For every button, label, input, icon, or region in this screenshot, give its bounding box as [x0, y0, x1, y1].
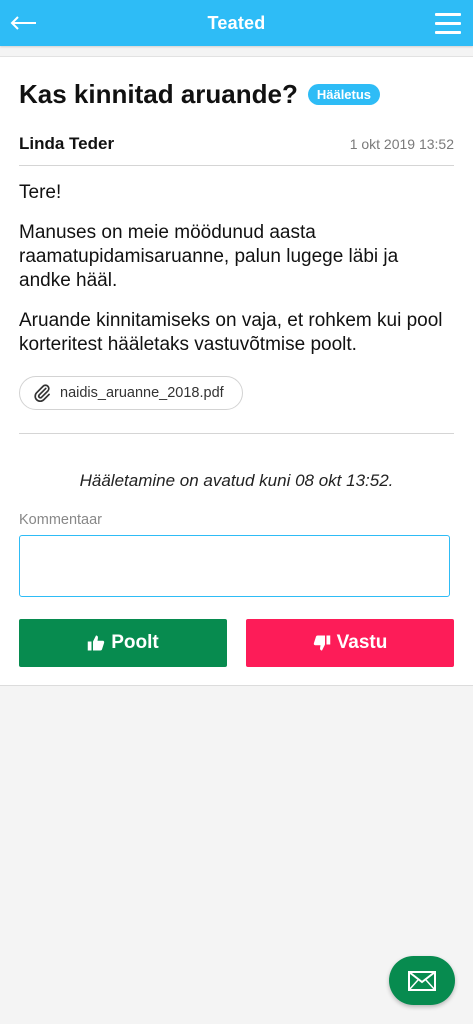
post-heading-row: Kas kinnitad aruande? Hääletus	[19, 79, 454, 110]
envelope-icon	[408, 970, 436, 991]
attachment-filename: naidis_aruanne_2018.pdf	[60, 385, 224, 401]
post-paragraph: Tere!	[19, 182, 62, 203]
paperclip-icon	[34, 384, 50, 403]
divider	[19, 433, 454, 434]
new-message-fab[interactable]	[389, 956, 455, 1005]
vote-yes-button[interactable]: Poolt	[19, 619, 227, 667]
post-meta: Linda Teder 1 okt 2019 13:52	[19, 134, 454, 154]
post-title: Kas kinnitad aruande?	[19, 79, 298, 109]
top-app-bar: Teated	[0, 0, 473, 46]
hamburger-menu-icon	[435, 13, 461, 16]
vote-no-button[interactable]: Vastu	[246, 619, 454, 667]
post-author: Linda Teder	[19, 134, 115, 153]
attachment-chip[interactable]: naidis_aruanne_2018.pdf	[19, 376, 243, 410]
comment-input[interactable]	[19, 535, 450, 597]
page-title: Teated	[207, 12, 266, 33]
arrow-left-icon	[10, 16, 36, 30]
post-paragraph: Manuses on meie möödunud aasta raamatupi…	[19, 222, 399, 291]
post-card: Kas kinnitad aruande? Hääletus Linda Ted…	[0, 56, 473, 686]
comment-label: Kommentaar	[19, 512, 103, 528]
divider	[19, 165, 454, 166]
post-date: 1 okt 2019 13:52	[349, 136, 454, 152]
post-body: Tere! Manuses on meie möödunud aasta raa…	[19, 181, 454, 373]
post-type-badge: Hääletus	[307, 84, 381, 105]
back-button[interactable]	[9, 9, 39, 37]
post-paragraph: Aruande kinnitamiseks on vaja, et rohkem…	[19, 310, 443, 355]
menu-button[interactable]	[435, 11, 461, 35]
vote-no-label: Vastu	[336, 632, 388, 653]
thumbs-up-icon	[88, 635, 105, 651]
thumbs-down-icon	[313, 635, 330, 651]
vote-yes-label: Poolt	[111, 632, 159, 653]
voting-deadline: Hääletamine on avatud kuni 08 okt 13:52.	[79, 471, 394, 490]
